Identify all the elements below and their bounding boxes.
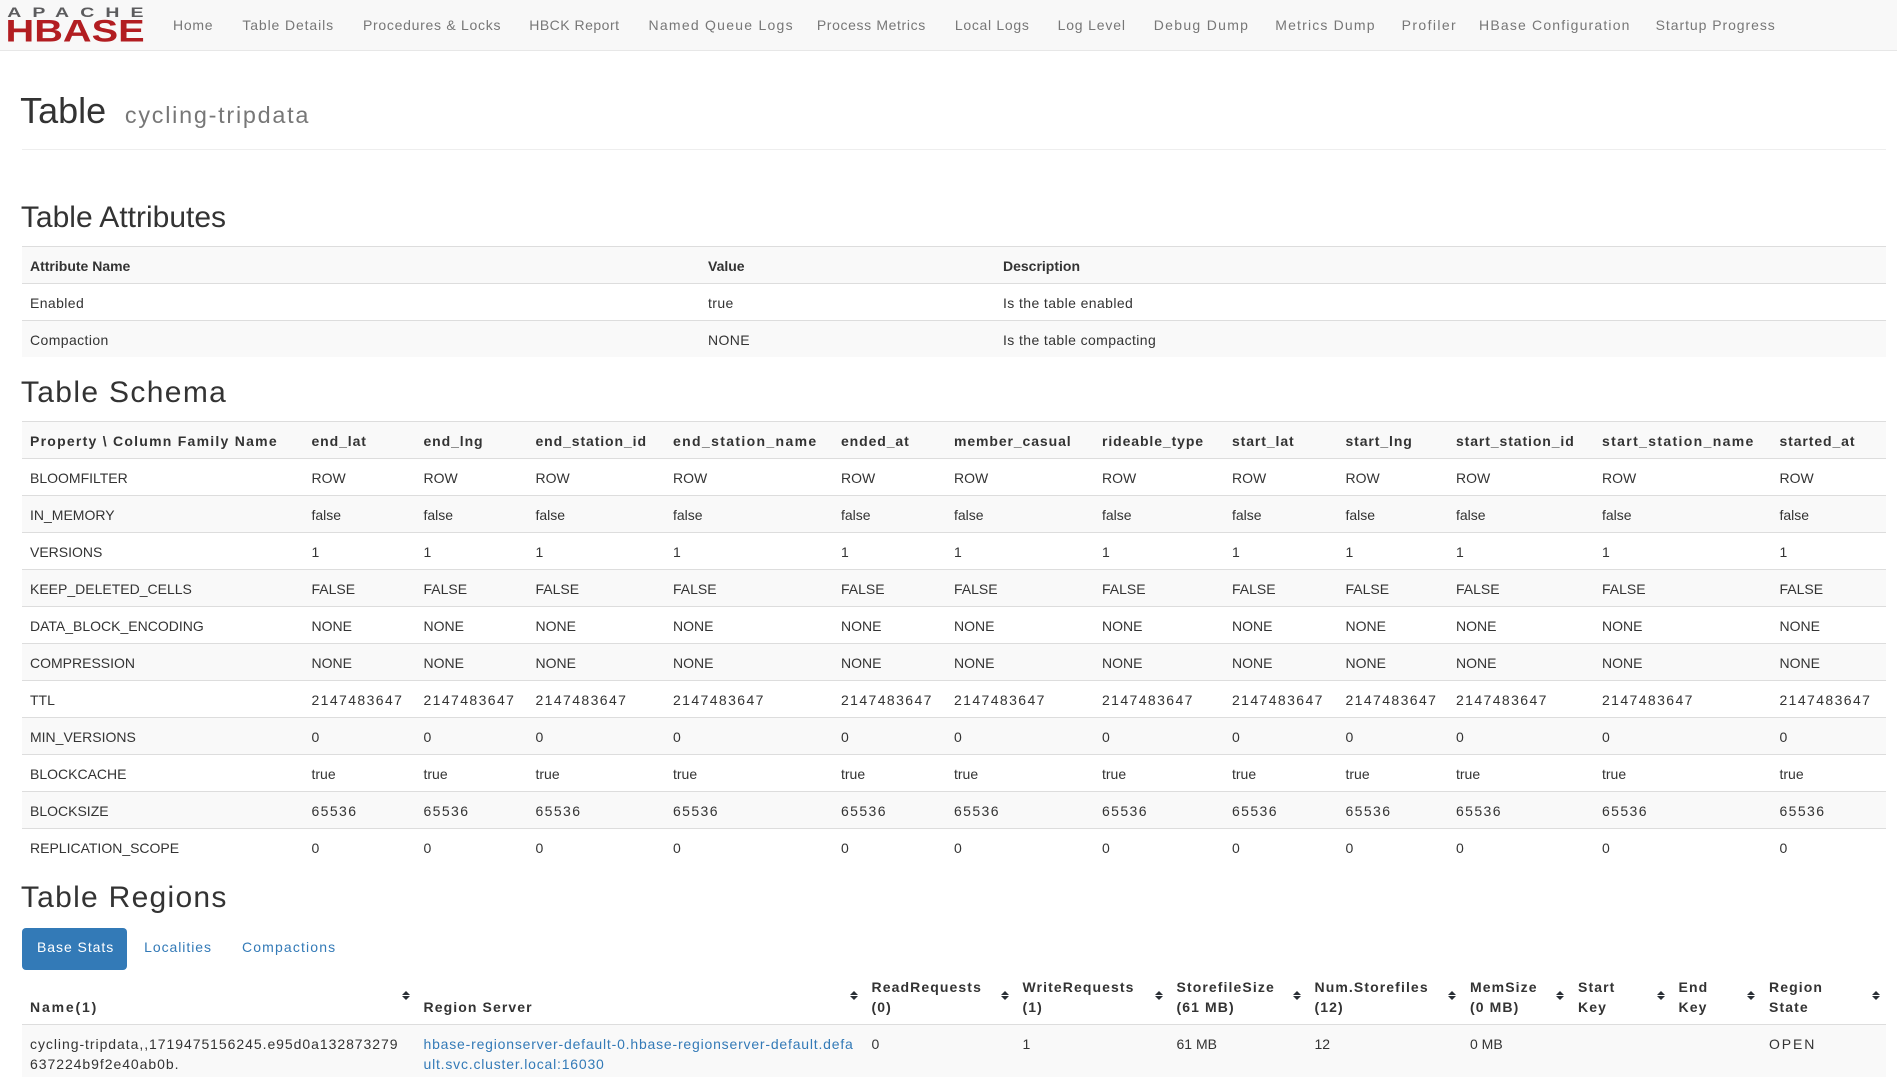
svg-text:HBASE: HBASE	[6, 13, 145, 48]
